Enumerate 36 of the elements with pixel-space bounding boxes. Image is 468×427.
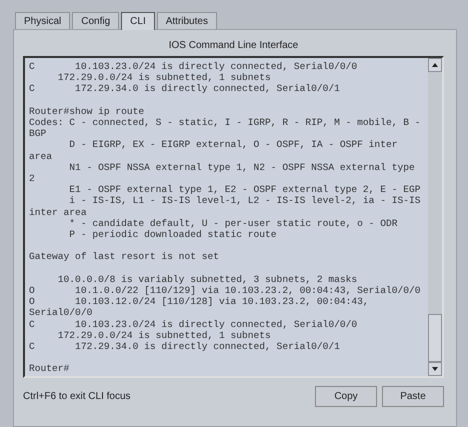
terminal-line: 172.29.0.0/24 is subnetted, 1 subnets: [56, 330, 272, 342]
terminal-line: E1 - OSPF external type 1, E2 - OSPF external type 2, E - EGP: [68, 184, 422, 196]
panel-title: IOS Command Line Interface: [168, 39, 300, 53]
terminal-line: * - candidate default, U - per-user static route, o - ODR: [68, 218, 398, 230]
terminal-line: C 172.29.34.0 is directly connected, Serial0/0/1: [29, 341, 341, 352]
terminal-line: D - EIGRP, EX - EIGRP external, O - OSPF, IA - OSPF inter: [68, 139, 398, 151]
terminal-line: Codes: C - connected, S - static, I - IGRP, R - RIP, M - mobile, B -: [29, 117, 422, 128]
tab[interactable]: Config: [72, 12, 120, 29]
terminal-line: 172.29.0.0/24 is subnetted, 1 subnets: [56, 72, 272, 84]
focus-hint: Ctrl+F6 to exit CLI focus: [23, 391, 132, 402]
terminal-line: inter area: [29, 206, 88, 218]
terminal-line: Router#show ip route: [29, 106, 146, 117]
terminal-line: C 172.29.34.0 is directly connected, Serial0/0/1: [29, 83, 341, 95]
copy-button[interactable]: Copy: [315, 386, 377, 407]
terminal-line: Router#: [29, 363, 70, 375]
terminal-line: 2: [29, 173, 36, 184]
tab[interactable]: Attributes: [156, 12, 217, 29]
tab[interactable]: CLI: [121, 12, 155, 30]
scroll-up-icon[interactable]: [428, 58, 442, 72]
terminal-line: O 10.1.0.0/22 [110/129] via 10.103.23.2, 00:04:43, Serial0/0/0: [29, 285, 422, 296]
terminal-line: N1 - OSPF NSSA external type 1, N2 - OSPF NSSA external type: [68, 162, 416, 174]
terminal-line: O 10.103.12.0/24 [110/128] via 10.103.23.2, 00:04:43,: [29, 296, 370, 308]
terminal-line: C 10.103.23.0/24 is directly connected, Serial0/0/0: [29, 61, 358, 72]
terminal-line: P - periodic downloaded static route: [68, 229, 278, 240]
terminal-line: Gateway of last resort is not set: [29, 251, 220, 263]
scrollbar[interactable]: [428, 58, 442, 376]
terminal-line: C 10.103.23.0/24 is directly connected, Serial0/0/0: [29, 318, 358, 330]
scrollbar-thumb[interactable]: [428, 314, 442, 362]
terminal-line: area: [29, 150, 54, 162]
terminal-line: BGP: [29, 128, 48, 140]
terminal-line: i - IS-IS, L1 - IS-IS level-1, L2 - IS-IS level-2, ia - IS-IS: [68, 195, 422, 207]
terminal-line: Serial0/0/0: [29, 307, 94, 319]
scroll-down-icon[interactable]: [428, 362, 442, 376]
terminal-line: 10.0.0.0/8 is variably subnetted, 3 subnets, 2 masks: [56, 274, 358, 286]
paste-button[interactable]: Paste: [382, 386, 444, 407]
tab[interactable]: Physical: [15, 12, 70, 29]
